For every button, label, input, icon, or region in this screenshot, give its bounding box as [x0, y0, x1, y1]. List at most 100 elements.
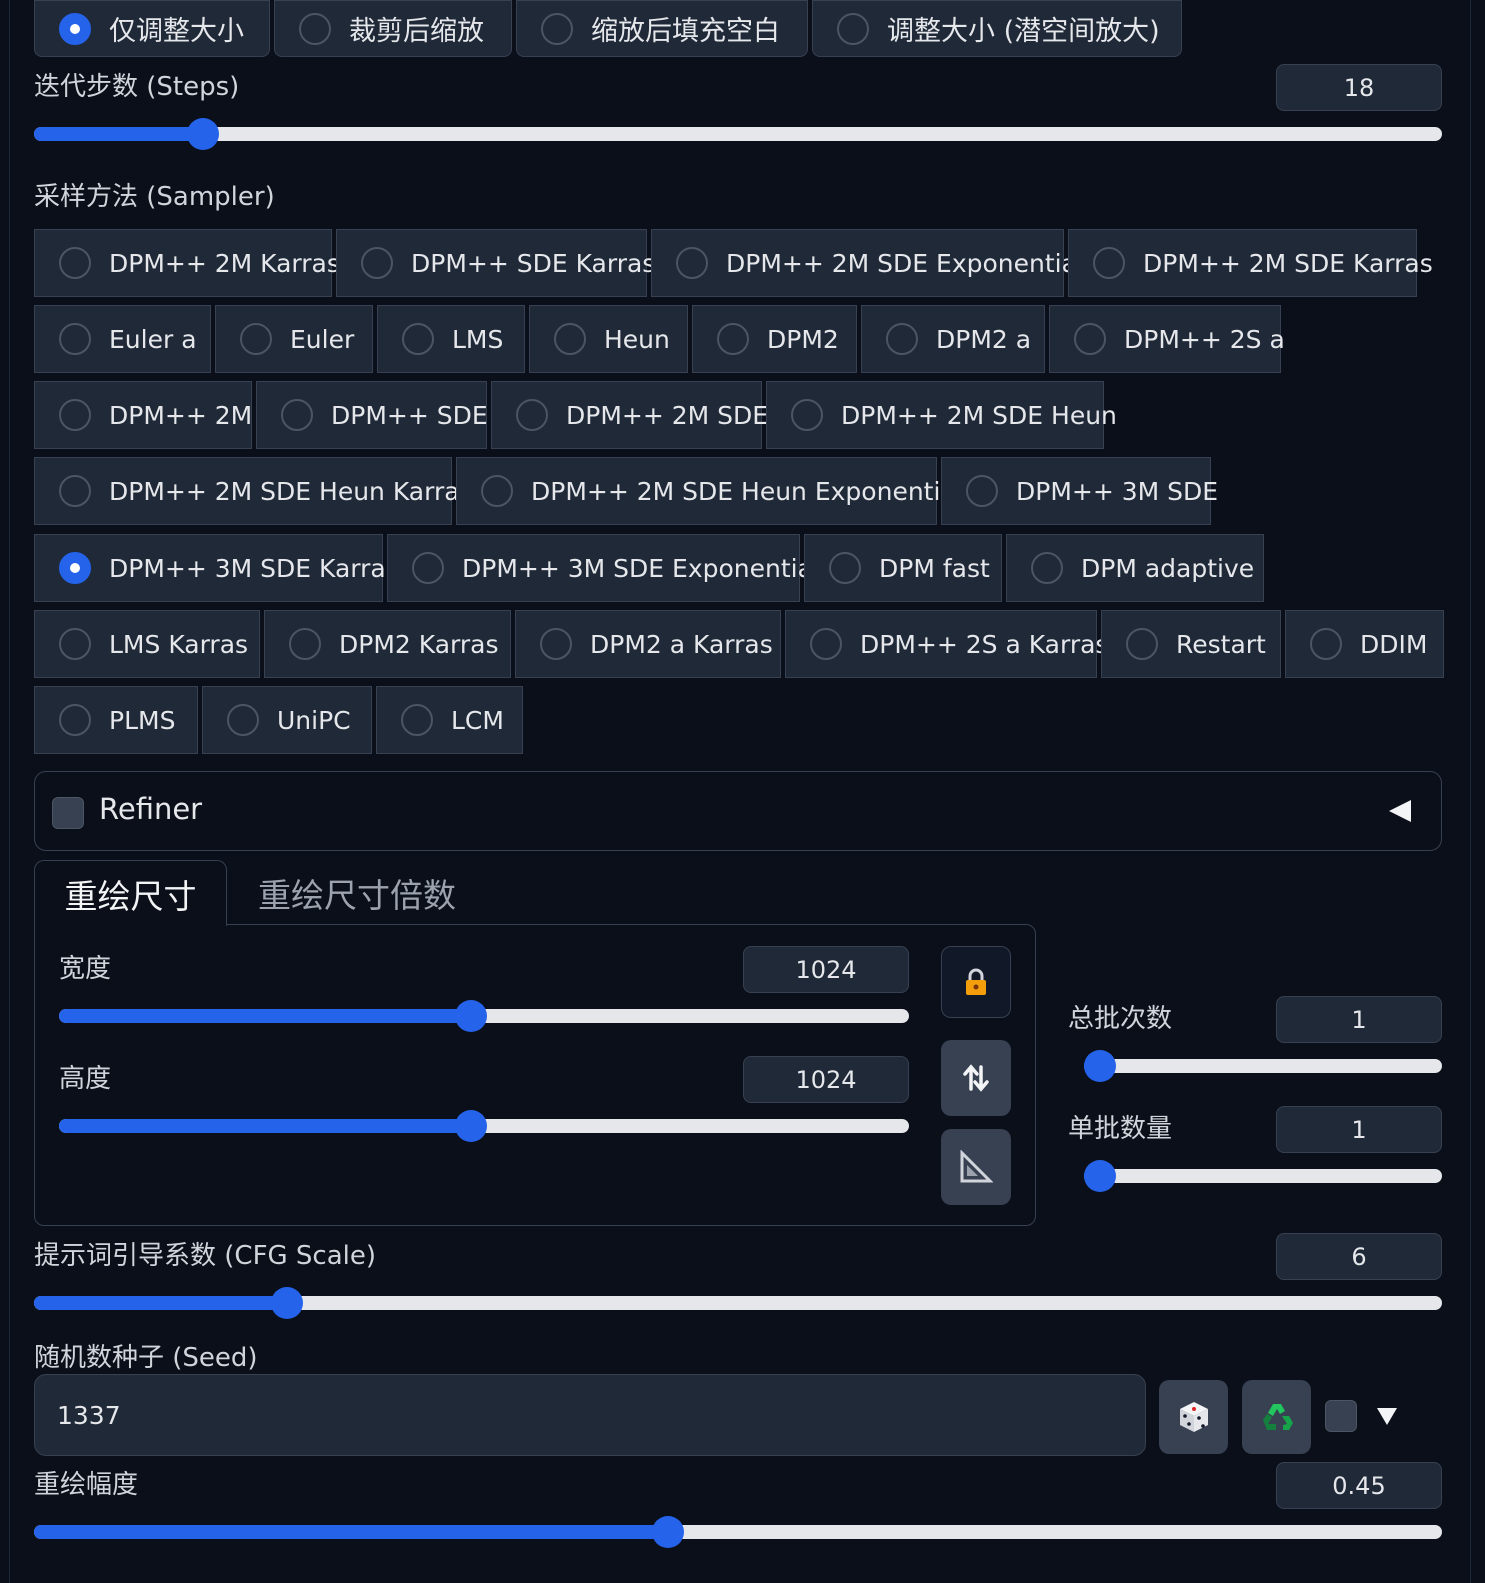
radio-icon	[299, 12, 331, 45]
tab-size-scale[interactable]: 重绘尺寸倍数	[228, 860, 486, 926]
reuse-seed-button[interactable]	[1242, 1380, 1311, 1454]
slider-thumb[interactable]	[1084, 1050, 1116, 1082]
slider-thumb[interactable]	[651, 1516, 684, 1548]
sampler-option[interactable]: DPM++ 3M SDE	[941, 457, 1218, 525]
radio-icon	[361, 247, 393, 279]
sampler-option-label: DPM++ 3M SDE Exponential	[462, 553, 820, 583]
sampler-option-label: PLMS	[109, 705, 176, 735]
swap-dimensions-button[interactable]	[941, 1040, 1011, 1116]
sampler-option[interactable]: DPM++ 2M SDE Exponential	[651, 229, 1084, 297]
radio-icon	[837, 12, 869, 45]
sampler-option[interactable]: UniPC	[202, 686, 372, 754]
sampler-option[interactable]: DPM++ 2M SDE Heun Karras	[34, 457, 473, 525]
lock-icon	[966, 968, 986, 995]
triangle-left-icon[interactable]	[1387, 798, 1413, 824]
sampler-option[interactable]: DPM adaptive	[1006, 534, 1264, 602]
sampler-option[interactable]: LMS Karras	[34, 610, 260, 678]
sampler-option[interactable]: DPM2	[692, 305, 857, 373]
steps-slider[interactable]	[34, 118, 1442, 150]
sampler-row: DPM++ 2M Karras DPM++ SDE Karras DPM++ 2M …	[34, 229, 1433, 297]
sampler-row: LMS Karras DPM2 Karras DPM2 a Karras DPM++ …	[34, 610, 1444, 678]
sampler-option[interactable]: DPM++ 2M	[34, 381, 252, 449]
lock-aspect-button[interactable]	[941, 946, 1011, 1018]
seed-label: 随机数种子 (Seed)	[34, 1343, 258, 1373]
refiner-checkbox[interactable]	[52, 797, 84, 829]
width-slider[interactable]	[59, 1000, 909, 1032]
sampler-option-label: DPM++ 2M	[109, 400, 253, 430]
batch-count-number-input[interactable]: 1	[1276, 996, 1442, 1043]
sampler-option-label: DDIM	[1360, 629, 1428, 659]
resize-option-fill[interactable]: 缩放后填充空白	[516, 0, 808, 57]
refiner-accordion[interactable]: Refiner	[34, 771, 1442, 851]
sampler-option[interactable]: DPM++ SDE	[256, 381, 488, 449]
sampler-option-label: DPM2 a	[936, 324, 1032, 354]
radio-icon	[281, 399, 313, 431]
sampler-option-label: DPM++ 2M SDE Heun Karras	[109, 476, 473, 506]
sampler-option[interactable]: Euler a	[34, 305, 211, 373]
sampler-option[interactable]: DPM fast	[804, 534, 1002, 602]
sampler-option-label: DPM++ 2M SDE Exponential	[726, 248, 1084, 278]
dice-icon	[1179, 1402, 1208, 1432]
slider-thumb[interactable]	[1084, 1160, 1116, 1192]
sampler-option[interactable]: Euler	[215, 305, 373, 373]
radio-icon	[717, 323, 749, 355]
radio-icon	[554, 323, 586, 355]
sampler-option[interactable]: DPM++ 3M SDE Exponential	[387, 534, 820, 602]
width-number-input[interactable]: 1024	[743, 946, 909, 993]
sampler-option[interactable]: Restart	[1101, 610, 1281, 678]
sampler-option-label: DPM++ 3M SDE Karras	[109, 553, 399, 583]
tab-size[interactable]: 重绘尺寸	[34, 860, 227, 926]
radio-icon	[59, 704, 91, 736]
slider-thumb[interactable]	[455, 1110, 488, 1142]
radio-icon	[240, 323, 272, 355]
slider-fill	[34, 1296, 288, 1310]
seed-extra-checkbox[interactable]	[1325, 1400, 1357, 1432]
cfg-number-input[interactable]: 6	[1276, 1233, 1442, 1280]
resize-mode-group: 仅调整大小 裁剪后缩放 缩放后填充空白 调整大小 (潜空间放大)	[34, 0, 1182, 57]
cfg-slider[interactable]	[34, 1287, 1442, 1319]
sampler-option[interactable]: PLMS	[34, 686, 198, 754]
sampler-option[interactable]: DPM++ 2M SDE Heun Exponential	[456, 457, 963, 525]
height-slider[interactable]	[59, 1110, 909, 1142]
sampler-option[interactable]: DPM2 a	[861, 305, 1045, 373]
sampler-option-label: DPM++ 2S a Karras	[860, 629, 1109, 659]
radio-icon	[289, 628, 321, 660]
sampler-option[interactable]: LMS	[377, 305, 525, 373]
sampler-option[interactable]: DPM++ 2M SDE Karras	[1068, 229, 1433, 297]
denoise-slider[interactable]	[34, 1516, 1442, 1548]
radio-icon	[481, 475, 513, 507]
batch-size-slider[interactable]	[1084, 1160, 1442, 1192]
sampler-option[interactable]: DPM++ 3M SDE Karras	[34, 534, 399, 602]
sampler-option[interactable]: DPM++ 2M SDE	[491, 381, 768, 449]
auto-size-button[interactable]	[941, 1129, 1011, 1205]
sampler-option[interactable]: DPM++ SDE Karras	[336, 229, 655, 297]
radio-icon	[227, 704, 259, 736]
sampler-option-label: DPM++ 2M SDE Heun	[841, 400, 1117, 430]
sampler-option[interactable]: DPM++ 2M SDE Heun	[766, 381, 1117, 449]
batch-count-slider[interactable]	[1084, 1050, 1442, 1082]
resize-option-latent[interactable]: 调整大小 (潜空间放大)	[812, 0, 1182, 57]
sampler-option[interactable]: DPM2 a Karras	[515, 610, 781, 678]
radio-icon	[1126, 628, 1158, 660]
batch-size-number-input[interactable]: 1	[1276, 1106, 1442, 1153]
radio-icon	[1031, 552, 1063, 584]
height-number-input[interactable]: 1024	[743, 1056, 909, 1103]
sampler-option[interactable]: LCM	[376, 686, 523, 754]
denoise-number-input[interactable]: 0.45	[1276, 1462, 1442, 1509]
sampler-option[interactable]: DPM++ 2S a Karras	[785, 610, 1108, 678]
sampler-option[interactable]: DPM++ 2S a	[1049, 305, 1285, 373]
resize-option-label: 裁剪后缩放	[349, 16, 484, 47]
random-seed-button[interactable]	[1159, 1380, 1228, 1454]
sampler-option[interactable]: DPM2 Karras	[264, 610, 511, 678]
resize-option-crop[interactable]: 裁剪后缩放	[274, 0, 512, 57]
slider-thumb[interactable]	[455, 1000, 488, 1032]
steps-number-input[interactable]: 18	[1276, 64, 1442, 111]
sampler-option[interactable]: DDIM	[1285, 610, 1444, 678]
sampler-option[interactable]: DPM++ 2M Karras	[34, 229, 340, 297]
slider-thumb[interactable]	[186, 118, 219, 150]
resize-option-just-resize[interactable]: 仅调整大小	[34, 0, 270, 57]
sampler-option[interactable]: Heun	[529, 305, 688, 373]
radio-icon	[59, 475, 91, 507]
triangle-down-icon[interactable]	[1376, 1405, 1398, 1427]
seed-input[interactable]: 1337	[34, 1374, 1146, 1456]
